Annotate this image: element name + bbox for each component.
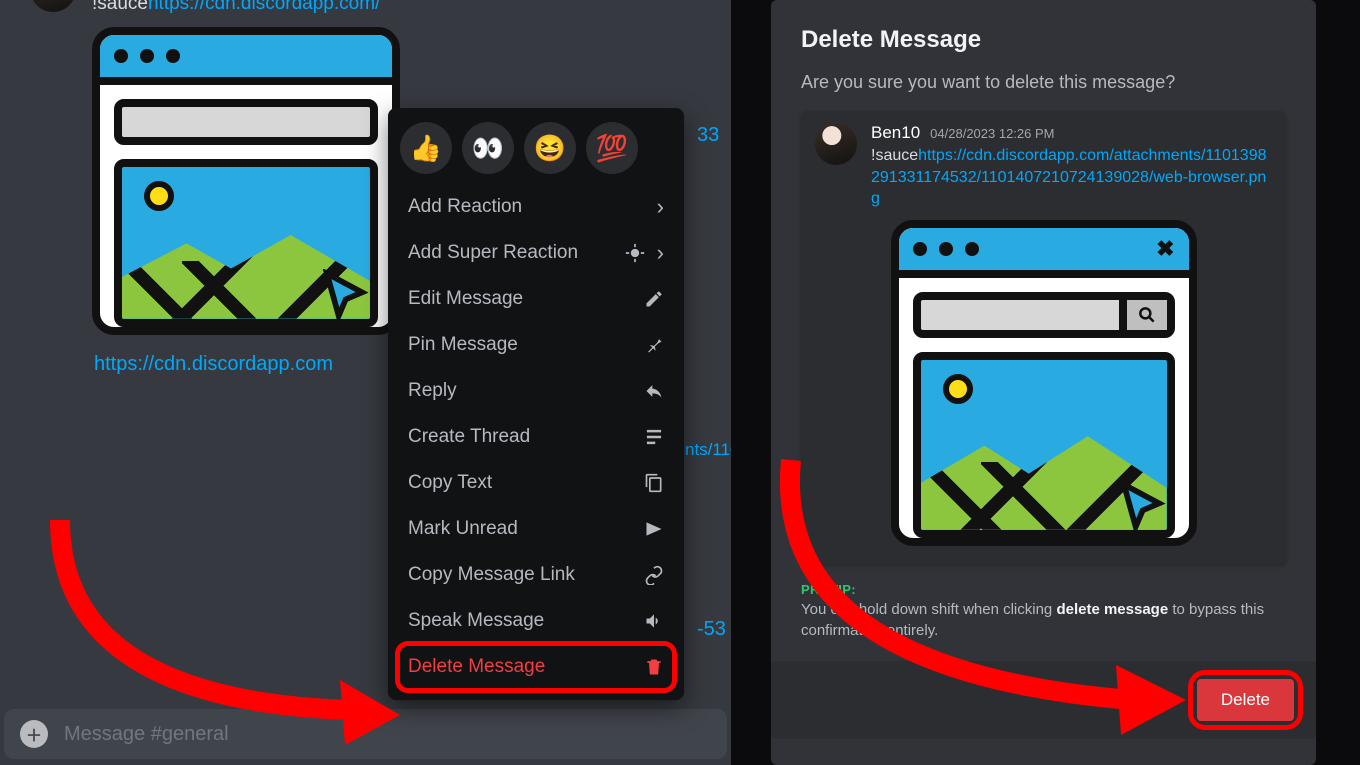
modal-subtitle: Are you sure you want to delete this mes… xyxy=(801,72,1286,93)
thread-icon xyxy=(644,427,664,447)
search-icon xyxy=(1119,300,1167,330)
burst-icon xyxy=(625,243,645,263)
avatar[interactable] xyxy=(30,0,76,12)
message-input-container: ＋ xyxy=(4,709,727,759)
menu-create-thread[interactable]: Create Thread xyxy=(398,414,674,460)
message-input[interactable] xyxy=(64,723,711,746)
message-content: !saucehttps://cdn.discordapp.com/attachm… xyxy=(871,145,1272,210)
menu-speak-message[interactable]: Speak Message xyxy=(398,598,674,644)
menu-copy-message-link[interactable]: Copy Message Link xyxy=(398,552,674,598)
browser-image-icon xyxy=(913,352,1175,538)
message-link[interactable]: https://cdn.discordapp.com/ xyxy=(148,0,380,14)
message-preview: Ben10 04/28/2023 12:26 PM !saucehttps://… xyxy=(801,111,1286,564)
unread-icon xyxy=(644,519,664,539)
delete-message-modal: Delete Message Are you sure you want to … xyxy=(771,0,1316,765)
protip-text: You can hold down shift when clicking de… xyxy=(801,599,1271,641)
browser-image-icon xyxy=(114,159,378,327)
attach-button[interactable]: ＋ xyxy=(20,720,48,748)
link-icon xyxy=(644,565,664,585)
browser-urlbar-icon xyxy=(114,99,378,145)
pencil-icon xyxy=(644,289,664,309)
react-100[interactable]: 💯 xyxy=(586,122,638,174)
timestamp: 04/28/2023 12:26 PM xyxy=(930,126,1054,141)
browser-urlbar-icon xyxy=(913,292,1175,338)
protip-label: PROTIP: xyxy=(801,582,1286,597)
username: Ben10 xyxy=(871,123,920,143)
avatar xyxy=(815,123,857,165)
delete-button[interactable]: Delete xyxy=(1197,679,1294,721)
context-menu: 👍 👀 😆 💯 Add Reaction › Add Super Reactio… xyxy=(388,108,684,700)
menu-copy-text[interactable]: Copy Text xyxy=(398,460,674,506)
link-fragment: 33 xyxy=(697,124,719,147)
reply-icon xyxy=(644,381,664,401)
message-link: https://cdn.discordapp.com/attachments/1… xyxy=(871,147,1267,207)
embed-image[interactable] xyxy=(92,27,400,335)
react-thumbs-up[interactable]: 👍 xyxy=(400,122,452,174)
menu-mark-unread[interactable]: Mark Unread xyxy=(398,506,674,552)
message-content: !saucehttps://cdn.discordapp.com/ xyxy=(92,0,715,17)
cancel-button[interactable]: Cancel xyxy=(1116,680,1177,720)
modal-title: Delete Message xyxy=(801,26,1286,54)
cursor-icon xyxy=(320,269,376,325)
chevron-right-icon: › xyxy=(657,242,664,264)
modal-footer: Cancel Delete xyxy=(771,661,1316,739)
chevron-right-icon: › xyxy=(657,196,664,218)
link-fragment: -53 xyxy=(697,618,726,641)
pin-icon xyxy=(644,335,664,355)
react-eyes[interactable]: 👀 xyxy=(462,122,514,174)
menu-edit-message[interactable]: Edit Message xyxy=(398,276,674,322)
screenshot-right: Delete Message Are you sure you want to … xyxy=(731,0,1360,765)
menu-pin-message[interactable]: Pin Message xyxy=(398,322,674,368)
embed-image: ✖ xyxy=(891,220,1197,546)
browser-topbar-icon xyxy=(100,35,392,85)
react-laugh[interactable]: 😆 xyxy=(524,122,576,174)
menu-reply[interactable]: Reply xyxy=(398,368,674,414)
link-fragment: nts/110 xyxy=(685,440,731,460)
close-icon: ✖ xyxy=(1156,236,1174,262)
copy-icon xyxy=(644,473,664,493)
trash-icon xyxy=(644,657,664,677)
browser-topbar-icon: ✖ xyxy=(899,228,1189,278)
menu-add-super-reaction[interactable]: Add Super Reaction › xyxy=(398,230,674,276)
menu-delete-message[interactable]: Delete Message xyxy=(398,644,674,690)
cursor-icon xyxy=(1117,480,1173,536)
menu-add-reaction[interactable]: Add Reaction › xyxy=(398,184,674,230)
screenshot-left: Ben10 04/28/2023 12:26 PM !saucehttps://… xyxy=(0,0,731,765)
speaker-icon xyxy=(644,611,664,631)
